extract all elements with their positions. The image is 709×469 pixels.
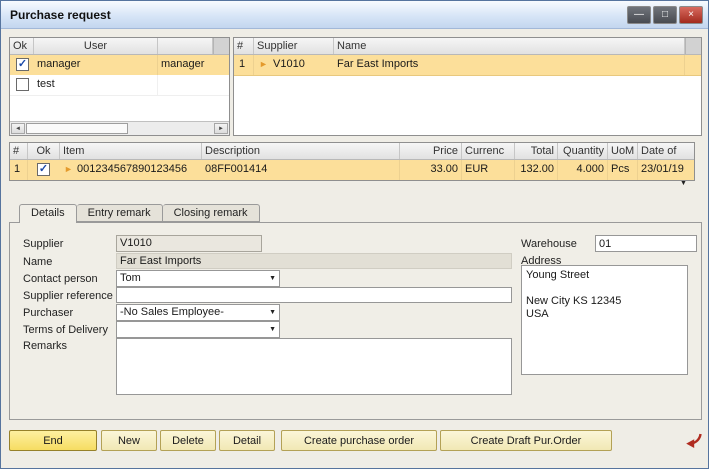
warehouse-input[interactable] (595, 235, 697, 252)
supplier-row[interactable]: 1 ► V1010 Far East Imports (234, 55, 701, 76)
warehouse-label: Warehouse (521, 238, 577, 250)
users-grid: Ok User ✓ manager manager test ◄ ► (9, 37, 230, 136)
item-total-cell[interactable]: 132.00 (515, 160, 558, 180)
contact-person-combo[interactable]: Tom ▼ (116, 270, 280, 287)
supplier-field: V1010 (116, 235, 262, 252)
chevron-down-icon[interactable]: ▼ (680, 180, 687, 188)
purchaser-value: -No Sales Employee- (120, 306, 224, 318)
remarks-textarea[interactable] (116, 338, 512, 395)
item-ok-checkbox[interactable]: ✓ (37, 163, 50, 176)
remarks-label: Remarks (23, 340, 67, 352)
maximize-icon: □ (662, 10, 668, 20)
create-purchase-order-button[interactable]: Create purchase order (281, 430, 437, 451)
supplier-label: Supplier (23, 238, 63, 250)
link-arrow-icon[interactable]: ► (259, 55, 268, 75)
items-grid: # Ok Item Description Price Currenc Tota… (9, 142, 695, 181)
dropdown-arrow-icon[interactable]: ▼ (269, 326, 276, 334)
window-controls: — □ × (627, 6, 703, 24)
item-num-cell[interactable]: 1 (10, 160, 28, 180)
user-name-cell[interactable] (158, 75, 230, 95)
suppliers-header-num[interactable]: # (234, 38, 254, 54)
users-horizontal-scrollbar[interactable]: ◄ ► (10, 121, 229, 135)
contact-person-value: Tom (120, 272, 141, 284)
scroll-thumb[interactable] (26, 123, 128, 134)
name-label: Name (23, 256, 52, 268)
items-grid-header: # Ok Item Description Price Currenc Tota… (10, 143, 694, 160)
purchaser-label: Purchaser (23, 307, 73, 319)
user-cell[interactable]: manager (34, 55, 158, 75)
tab-bar: Details Entry remark Closing remark (19, 204, 260, 223)
tab-details[interactable]: Details (19, 204, 77, 223)
supplier-reference-input[interactable] (116, 287, 512, 303)
contact-person-label: Contact person (23, 273, 98, 285)
user-cell[interactable]: test (34, 75, 158, 95)
item-price-cell[interactable]: 33.00 (400, 160, 462, 180)
purchaser-combo[interactable]: -No Sales Employee- ▼ (116, 304, 280, 321)
supplier-code-cell[interactable]: V1010 (270, 55, 334, 75)
maximize-button[interactable]: □ (653, 6, 677, 24)
minimize-icon: — (634, 10, 644, 20)
suppliers-header-corner (685, 38, 702, 54)
users-header-corner (213, 38, 230, 54)
user-row-test[interactable]: test (10, 75, 229, 96)
item-currency-cell[interactable]: EUR (462, 160, 515, 180)
tab-entry-remark[interactable]: Entry remark (77, 204, 163, 222)
item-description-cell[interactable]: 08FF001414 (202, 160, 400, 180)
users-header-ok[interactable]: Ok (10, 38, 34, 54)
check-icon: ✓ (17, 59, 28, 69)
users-header-extra[interactable] (158, 38, 213, 54)
users-header-user[interactable]: User (34, 38, 158, 54)
minimize-button[interactable]: — (627, 6, 651, 24)
item-date-cell[interactable]: 23/01/19 (638, 160, 695, 180)
dropdown-arrow-icon[interactable]: ▼ (269, 309, 276, 317)
check-icon: ✓ (38, 164, 49, 174)
name-field: Far East Imports (116, 253, 512, 269)
items-header-price[interactable]: Price (400, 143, 462, 159)
items-header-description[interactable]: Description (202, 143, 400, 159)
close-button[interactable]: × (679, 6, 703, 24)
item-code-cell[interactable]: 001234567890123456 (74, 160, 202, 180)
suppliers-header-name[interactable]: Name (334, 38, 685, 54)
items-header-num[interactable]: # (10, 143, 28, 159)
items-header-quantity[interactable]: Quantity (558, 143, 608, 159)
items-header-currency[interactable]: Currenc (462, 143, 515, 159)
items-header-ok[interactable]: Ok (28, 143, 60, 159)
titlebar[interactable]: Purchase request — □ × (1, 1, 708, 29)
user-row-manager[interactable]: ✓ manager manager (10, 55, 229, 76)
items-header-total[interactable]: Total (515, 143, 558, 159)
users-grid-header: Ok User (10, 38, 229, 55)
close-icon: × (688, 10, 694, 20)
window-title: Purchase request (10, 8, 111, 22)
create-draft-purchase-order-button[interactable]: Create Draft Pur.Order (440, 430, 612, 451)
tab-closing-remark[interactable]: Closing remark (163, 204, 260, 222)
end-button[interactable]: End (9, 430, 97, 451)
user-manager-ok-checkbox[interactable]: ✓ (16, 58, 29, 71)
supplier-reference-label: Supplier reference nu (23, 290, 128, 302)
purchase-request-window: Purchase request — □ × Ok User ✓ manager… (0, 0, 709, 469)
link-arrow-icon[interactable]: ► (64, 160, 73, 180)
suppliers-grid: # Supplier Name 1 ► V1010 Far East Impor… (233, 37, 702, 136)
suppliers-header-supplier[interactable]: Supplier (254, 38, 334, 54)
scroll-right-icon[interactable]: ► (214, 123, 228, 134)
user-name-cell[interactable]: manager (158, 55, 230, 75)
new-button[interactable]: New (101, 430, 157, 451)
dropdown-arrow-icon[interactable]: ▼ (269, 275, 276, 283)
scroll-left-icon[interactable]: ◄ (11, 123, 25, 134)
detail-button[interactable]: Detail (219, 430, 275, 451)
red-curve-arrow-icon (685, 433, 702, 449)
item-uom-cell[interactable]: Pcs (608, 160, 638, 180)
supplier-num-cell[interactable]: 1 (234, 55, 254, 75)
items-header-uom[interactable]: UoM (608, 143, 638, 159)
delete-button[interactable]: Delete (160, 430, 216, 451)
terms-of-delivery-label: Terms of Delivery (23, 324, 108, 336)
supplier-name-cell[interactable]: Far East Imports (334, 55, 685, 75)
items-header-item[interactable]: Item (60, 143, 202, 159)
item-quantity-cell[interactable]: 4.000 (558, 160, 608, 180)
address-box[interactable]: Young Street New City KS 12345 USA (521, 265, 688, 375)
item-row[interactable]: 1 ✓ ► 001234567890123456 08FF001414 33.0… (10, 160, 694, 181)
suppliers-grid-header: # Supplier Name (234, 38, 701, 55)
terms-of-delivery-combo[interactable]: ▼ (116, 321, 280, 338)
items-header-date[interactable]: Date of (638, 143, 695, 159)
user-test-ok-checkbox[interactable] (16, 78, 29, 91)
